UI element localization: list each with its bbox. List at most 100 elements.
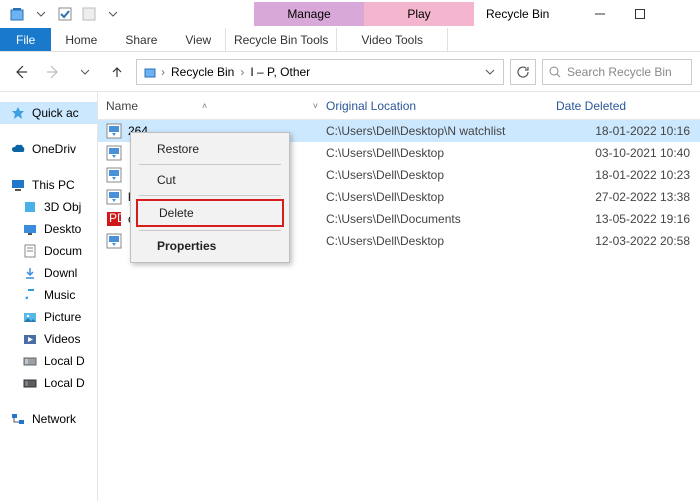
context-tabs: Manage Play (254, 2, 474, 26)
history-dropdown-icon[interactable] (72, 59, 98, 85)
file-date-deleted: 13-05-2022 19:16 (556, 212, 700, 226)
sidebar-item-label: Local D (44, 376, 85, 390)
column-header-original-location[interactable]: Original Location (326, 99, 556, 113)
sidebar-item-network[interactable]: Network (0, 408, 97, 430)
sidebar-item-label: Deskto (44, 222, 81, 236)
qat-more-icon[interactable] (102, 3, 124, 25)
sidebar-item-label: Downl (44, 266, 77, 280)
video-icon (106, 123, 122, 139)
file-original-location: C:\Users\Dell\Documents (326, 212, 556, 226)
menu-item-cut[interactable]: Cut (133, 168, 287, 192)
quick-access-toolbar (0, 3, 124, 25)
sidebar-item-label: OneDriv (32, 142, 76, 156)
video-icon (106, 167, 122, 183)
qat-dropdown-icon[interactable] (30, 3, 52, 25)
content-area: Quick ac OneDriv This PC 3D Obj Deskto Doc… (0, 92, 700, 501)
pdf-icon: PDF (106, 211, 122, 227)
folder-icon (22, 331, 38, 347)
up-button[interactable] (104, 59, 130, 85)
sidebar-item[interactable]: Docum (0, 240, 97, 262)
file-original-location: C:\Users\Dell\Desktop\N watchlist (326, 124, 556, 138)
file-original-location: C:\Users\Dell\Desktop (326, 234, 556, 248)
menu-item-delete[interactable]: Delete (136, 199, 284, 227)
tab-view[interactable]: View (171, 28, 225, 51)
star-icon (10, 105, 26, 121)
tab-share[interactable]: Share (111, 28, 171, 51)
refresh-button[interactable] (510, 59, 536, 85)
chevron-right-icon[interactable]: › (240, 65, 244, 79)
chevron-right-icon[interactable]: › (161, 65, 165, 79)
tab-file[interactable]: File (0, 28, 51, 51)
sidebar-item-quick-access[interactable]: Quick ac (0, 102, 97, 124)
qat-checkbox-icon[interactable] (54, 3, 76, 25)
breadcrumb-label: I – P, Other (250, 65, 310, 79)
file-original-location: C:\Users\Dell\Desktop (326, 190, 556, 204)
video-icon (106, 189, 122, 205)
breadcrumb-segment[interactable]: I – P, Other (246, 65, 314, 79)
folder-icon (22, 287, 38, 303)
navigation-pane: Quick ac OneDriv This PC 3D Obj Deskto Doc… (0, 92, 98, 501)
search-placeholder: Search Recycle Bin (567, 65, 672, 79)
video-icon (106, 145, 122, 161)
file-date-deleted: 18-01-2022 10:23 (556, 168, 700, 182)
column-header-date-deleted[interactable]: Date Deleted (556, 99, 700, 113)
sidebar-item[interactable]: 3D Obj (0, 196, 97, 218)
svg-text:PDF: PDF (109, 211, 122, 225)
folder-icon (22, 221, 38, 237)
column-dropdown-icon[interactable]: ˅ (313, 101, 318, 111)
sidebar-item[interactable]: Local D (0, 372, 97, 394)
ribbon-tabs: File Home Share View Recycle Bin Tools V… (0, 28, 700, 52)
title-bar: Manage Play Recycle Bin (0, 0, 700, 28)
folder-icon (22, 353, 38, 369)
pc-icon (10, 177, 26, 193)
address-dropdown-icon[interactable] (485, 67, 495, 77)
forward-button[interactable] (40, 59, 66, 85)
address-bar[interactable]: › Recycle Bin › I – P, Other (136, 59, 504, 85)
file-original-location: C:\Users\Dell\Desktop (326, 146, 556, 160)
sidebar-item[interactable]: Music (0, 284, 97, 306)
sidebar-item-this-pc[interactable]: This PC (0, 174, 97, 196)
sidebar-item-label: Local D (44, 354, 85, 368)
sidebar-item[interactable]: Picture (0, 306, 97, 328)
menu-separator (139, 195, 281, 196)
sidebar-item[interactable]: Deskto (0, 218, 97, 240)
navigation-bar: › Recycle Bin › I – P, Other Search Recy… (0, 52, 700, 92)
tab-home[interactable]: Home (51, 28, 111, 51)
maximize-button[interactable] (620, 0, 660, 28)
sidebar-item[interactable]: Local D (0, 350, 97, 372)
context-menu: Restore Cut Delete Properties (130, 132, 290, 263)
column-header-name[interactable]: Name ˄ ˅ (106, 99, 326, 113)
sidebar-item[interactable]: Videos (0, 328, 97, 350)
minimize-button[interactable] (580, 0, 620, 28)
menu-item-properties[interactable]: Properties (133, 234, 287, 258)
menu-separator (139, 230, 281, 231)
folder-icon (22, 199, 38, 215)
sidebar-item-label: Videos (44, 332, 80, 346)
tab-recycle-bin-tools[interactable]: Recycle Bin Tools (226, 28, 336, 51)
back-button[interactable] (8, 59, 34, 85)
sort-ascending-icon: ˄ (202, 101, 207, 111)
recycle-bin-icon (141, 63, 159, 81)
menu-separator (139, 164, 281, 165)
sidebar-item-label: 3D Obj (44, 200, 81, 214)
window-title: Recycle Bin (486, 7, 549, 21)
folder-icon (22, 265, 38, 281)
file-original-location: C:\Users\Dell\Desktop (326, 168, 556, 182)
sidebar-item-onedrive[interactable]: OneDriv (0, 138, 97, 160)
tab-video-tools[interactable]: Video Tools (337, 28, 447, 51)
search-box[interactable]: Search Recycle Bin (542, 59, 692, 85)
file-date-deleted: 18-01-2022 10:16 (556, 124, 700, 138)
cloud-icon (10, 141, 26, 157)
file-date-deleted: 12-03-2022 20:58 (556, 234, 700, 248)
folder-icon (22, 375, 38, 391)
recycle-bin-icon[interactable] (6, 3, 28, 25)
sidebar-item-label: Music (44, 288, 75, 302)
menu-item-restore[interactable]: Restore (133, 137, 287, 161)
folder-icon (22, 243, 38, 259)
sidebar-item-label: Quick ac (32, 106, 79, 120)
sidebar-item-label: This PC (32, 178, 75, 192)
file-date-deleted: 03-10-2021 10:40 (556, 146, 700, 160)
sidebar-item[interactable]: Downl (0, 262, 97, 284)
qat-color-icon[interactable] (78, 3, 100, 25)
breadcrumb-segment[interactable]: Recycle Bin (167, 65, 238, 79)
